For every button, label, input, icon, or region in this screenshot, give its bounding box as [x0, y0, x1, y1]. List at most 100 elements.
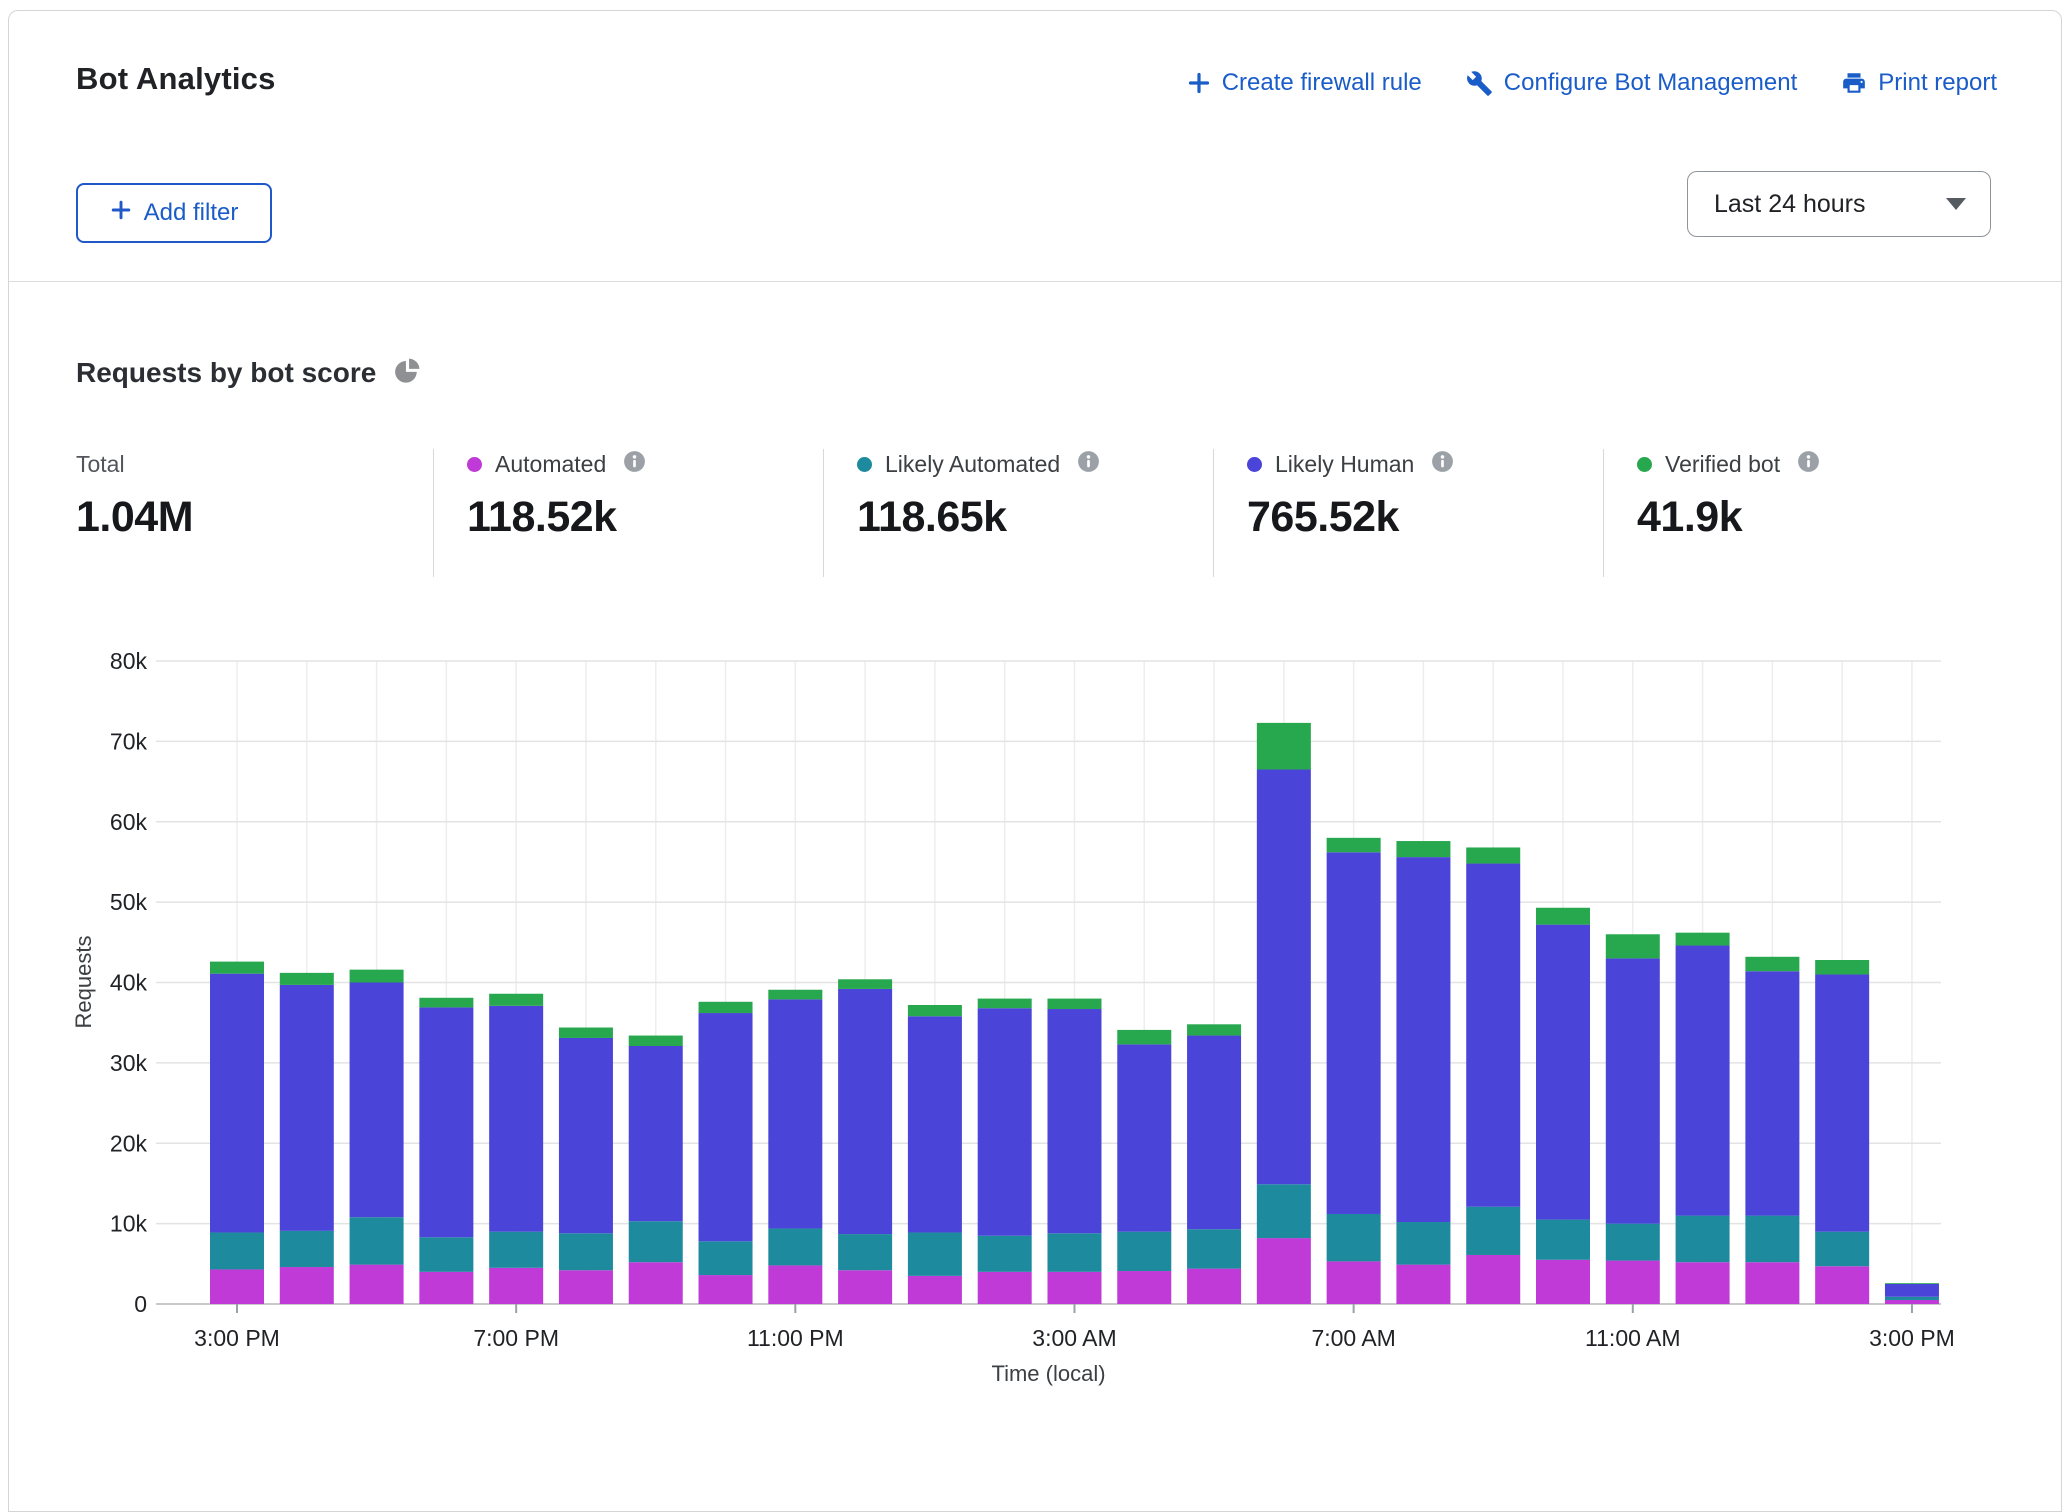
bar-hour-8-00-PM[interactable] — [559, 1028, 613, 1304]
bar-segment[interactable] — [1536, 925, 1590, 1220]
bar-segment[interactable] — [1187, 1269, 1241, 1304]
bar-segment[interactable] — [699, 1013, 753, 1241]
bar-segment[interactable] — [1396, 1222, 1450, 1265]
bar-segment[interactable] — [1327, 1261, 1381, 1304]
bar-segment[interactable] — [559, 1038, 613, 1233]
bar-segment[interactable] — [978, 1008, 1032, 1235]
bar-hour-6-00-AM[interactable] — [1257, 723, 1311, 1304]
bar-segment[interactable] — [978, 1272, 1032, 1304]
bar-segment[interactable] — [350, 1265, 404, 1304]
bar-hour-4-00-AM[interactable] — [1117, 1030, 1171, 1304]
bar-segment[interactable] — [1885, 1300, 1939, 1304]
bar-segment[interactable] — [1606, 934, 1660, 958]
bar-segment[interactable] — [1396, 841, 1450, 857]
bar-segment[interactable] — [1815, 1232, 1869, 1267]
bar-segment[interactable] — [1536, 908, 1590, 925]
bar-segment[interactable] — [629, 1046, 683, 1221]
bar-segment[interactable] — [210, 974, 264, 1233]
configure-bot-management-button[interactable]: Configure Bot Management — [1466, 69, 1798, 97]
bar-segment[interactable] — [1257, 770, 1311, 1185]
bar-segment[interactable] — [280, 1267, 334, 1304]
bar-segment[interactable] — [350, 983, 404, 1218]
bar-segment[interactable] — [1885, 1297, 1939, 1300]
bar-hour-4-00-PM[interactable] — [280, 973, 334, 1304]
create-firewall-rule-button[interactable]: Create firewall rule — [1187, 69, 1422, 97]
bar-segment[interactable] — [1396, 857, 1450, 1222]
bar-segment[interactable] — [419, 998, 473, 1008]
bar-segment[interactable] — [1047, 1009, 1101, 1233]
bar-segment[interactable] — [1466, 847, 1520, 863]
bar-segment[interactable] — [1536, 1260, 1590, 1304]
bar-segment[interactable] — [210, 1232, 264, 1269]
bar-segment[interactable] — [1117, 1044, 1171, 1231]
bar-segment[interactable] — [1606, 1261, 1660, 1304]
bar-segment[interactable] — [210, 962, 264, 974]
bar-hour-9-00-PM[interactable] — [629, 1036, 683, 1304]
bar-segment[interactable] — [768, 1265, 822, 1304]
bar-segment[interactable] — [908, 1276, 962, 1304]
bar-segment[interactable] — [210, 1269, 264, 1304]
bar-segment[interactable] — [1536, 1220, 1590, 1260]
bar-segment[interactable] — [489, 1232, 543, 1268]
bar-segment[interactable] — [1745, 971, 1799, 1215]
bar-segment[interactable] — [1047, 1233, 1101, 1272]
bar-segment[interactable] — [1745, 1262, 1799, 1304]
bar-hour-11-00-AM[interactable] — [1606, 934, 1660, 1304]
bar-segment[interactable] — [1676, 1216, 1730, 1263]
bar-segment[interactable] — [1047, 999, 1101, 1009]
bar-segment[interactable] — [489, 994, 543, 1006]
bar-segment[interactable] — [1327, 838, 1381, 852]
bar-segment[interactable] — [350, 1217, 404, 1264]
bar-segment[interactable] — [1187, 1036, 1241, 1230]
bar-segment[interactable] — [1117, 1232, 1171, 1271]
bar-segment[interactable] — [838, 989, 892, 1234]
bar-segment[interactable] — [629, 1262, 683, 1304]
bar-segment[interactable] — [699, 1002, 753, 1013]
bar-segment[interactable] — [350, 970, 404, 983]
time-range-select[interactable]: Last 24 hours — [1687, 171, 1991, 237]
bar-segment[interactable] — [419, 1007, 473, 1237]
info-icon[interactable] — [1076, 449, 1101, 479]
bar-hour-5-00-PM[interactable] — [350, 970, 404, 1304]
bar-segment[interactable] — [699, 1275, 753, 1304]
bar-segment[interactable] — [1676, 933, 1730, 946]
bar-hour-3-00-AM[interactable] — [1047, 999, 1101, 1304]
bar-segment[interactable] — [280, 985, 334, 1231]
bar-segment[interactable] — [1187, 1024, 1241, 1035]
bar-segment[interactable] — [978, 999, 1032, 1009]
bar-segment[interactable] — [699, 1241, 753, 1275]
bar-segment[interactable] — [1047, 1272, 1101, 1304]
bar-hour-7-00-PM[interactable] — [489, 994, 543, 1304]
bar-segment[interactable] — [419, 1237, 473, 1272]
bar-segment[interactable] — [978, 1236, 1032, 1272]
bar-hour-2-00-AM[interactable] — [978, 999, 1032, 1304]
bar-segment[interactable] — [1885, 1283, 1939, 1284]
add-filter-button[interactable]: Add filter — [76, 183, 272, 243]
bar-hour-12-00-PM[interactable] — [1676, 933, 1730, 1304]
bar-segment[interactable] — [908, 1232, 962, 1275]
bar-segment[interactable] — [1606, 1224, 1660, 1261]
bar-segment[interactable] — [1257, 723, 1311, 770]
bar-segment[interactable] — [768, 1228, 822, 1265]
bar-segment[interactable] — [1676, 1262, 1730, 1304]
bar-hour-1-00-AM[interactable] — [908, 1005, 962, 1304]
bar-segment[interactable] — [768, 990, 822, 1000]
bar-hour-5-00-AM[interactable] — [1187, 1024, 1241, 1304]
bar-hour-3-00-PM[interactable] — [1885, 1283, 1939, 1304]
bar-segment[interactable] — [1117, 1271, 1171, 1304]
print-report-button[interactable]: Print report — [1841, 69, 1997, 97]
bar-hour-3-00-PM[interactable] — [210, 962, 264, 1304]
info-icon[interactable] — [1430, 449, 1455, 479]
bar-segment[interactable] — [1745, 1216, 1799, 1263]
bar-segment[interactable] — [559, 1233, 613, 1270]
bar-segment[interactable] — [908, 1016, 962, 1232]
bar-segment[interactable] — [1257, 1238, 1311, 1304]
bar-segment[interactable] — [1257, 1184, 1311, 1238]
bar-hour-11-00-PM[interactable] — [768, 990, 822, 1304]
bar-segment[interactable] — [908, 1005, 962, 1016]
bar-segment[interactable] — [419, 1272, 473, 1304]
bar-segment[interactable] — [1187, 1229, 1241, 1268]
bar-hour-8-00-AM[interactable] — [1396, 841, 1450, 1304]
bar-hour-10-00-AM[interactable] — [1536, 908, 1590, 1304]
bar-segment[interactable] — [1676, 946, 1730, 1216]
